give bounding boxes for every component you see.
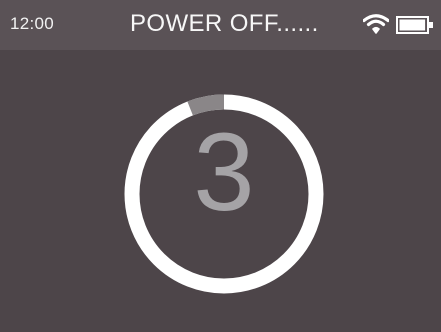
battery-icon (396, 16, 433, 34)
countdown-number: 3 (193, 111, 255, 234)
countdown-ring-progress (187, 94, 225, 116)
battery-level-fill (399, 19, 426, 31)
screen-title: POWER OFF...... (130, 10, 319, 37)
status-bar: 12:00 POWER OFF...... (0, 0, 441, 50)
status-time: 12:00 (10, 14, 55, 33)
wifi-icon (363, 14, 389, 34)
power-off-screen: 12:00 POWER OFF...... 3 (0, 0, 441, 332)
